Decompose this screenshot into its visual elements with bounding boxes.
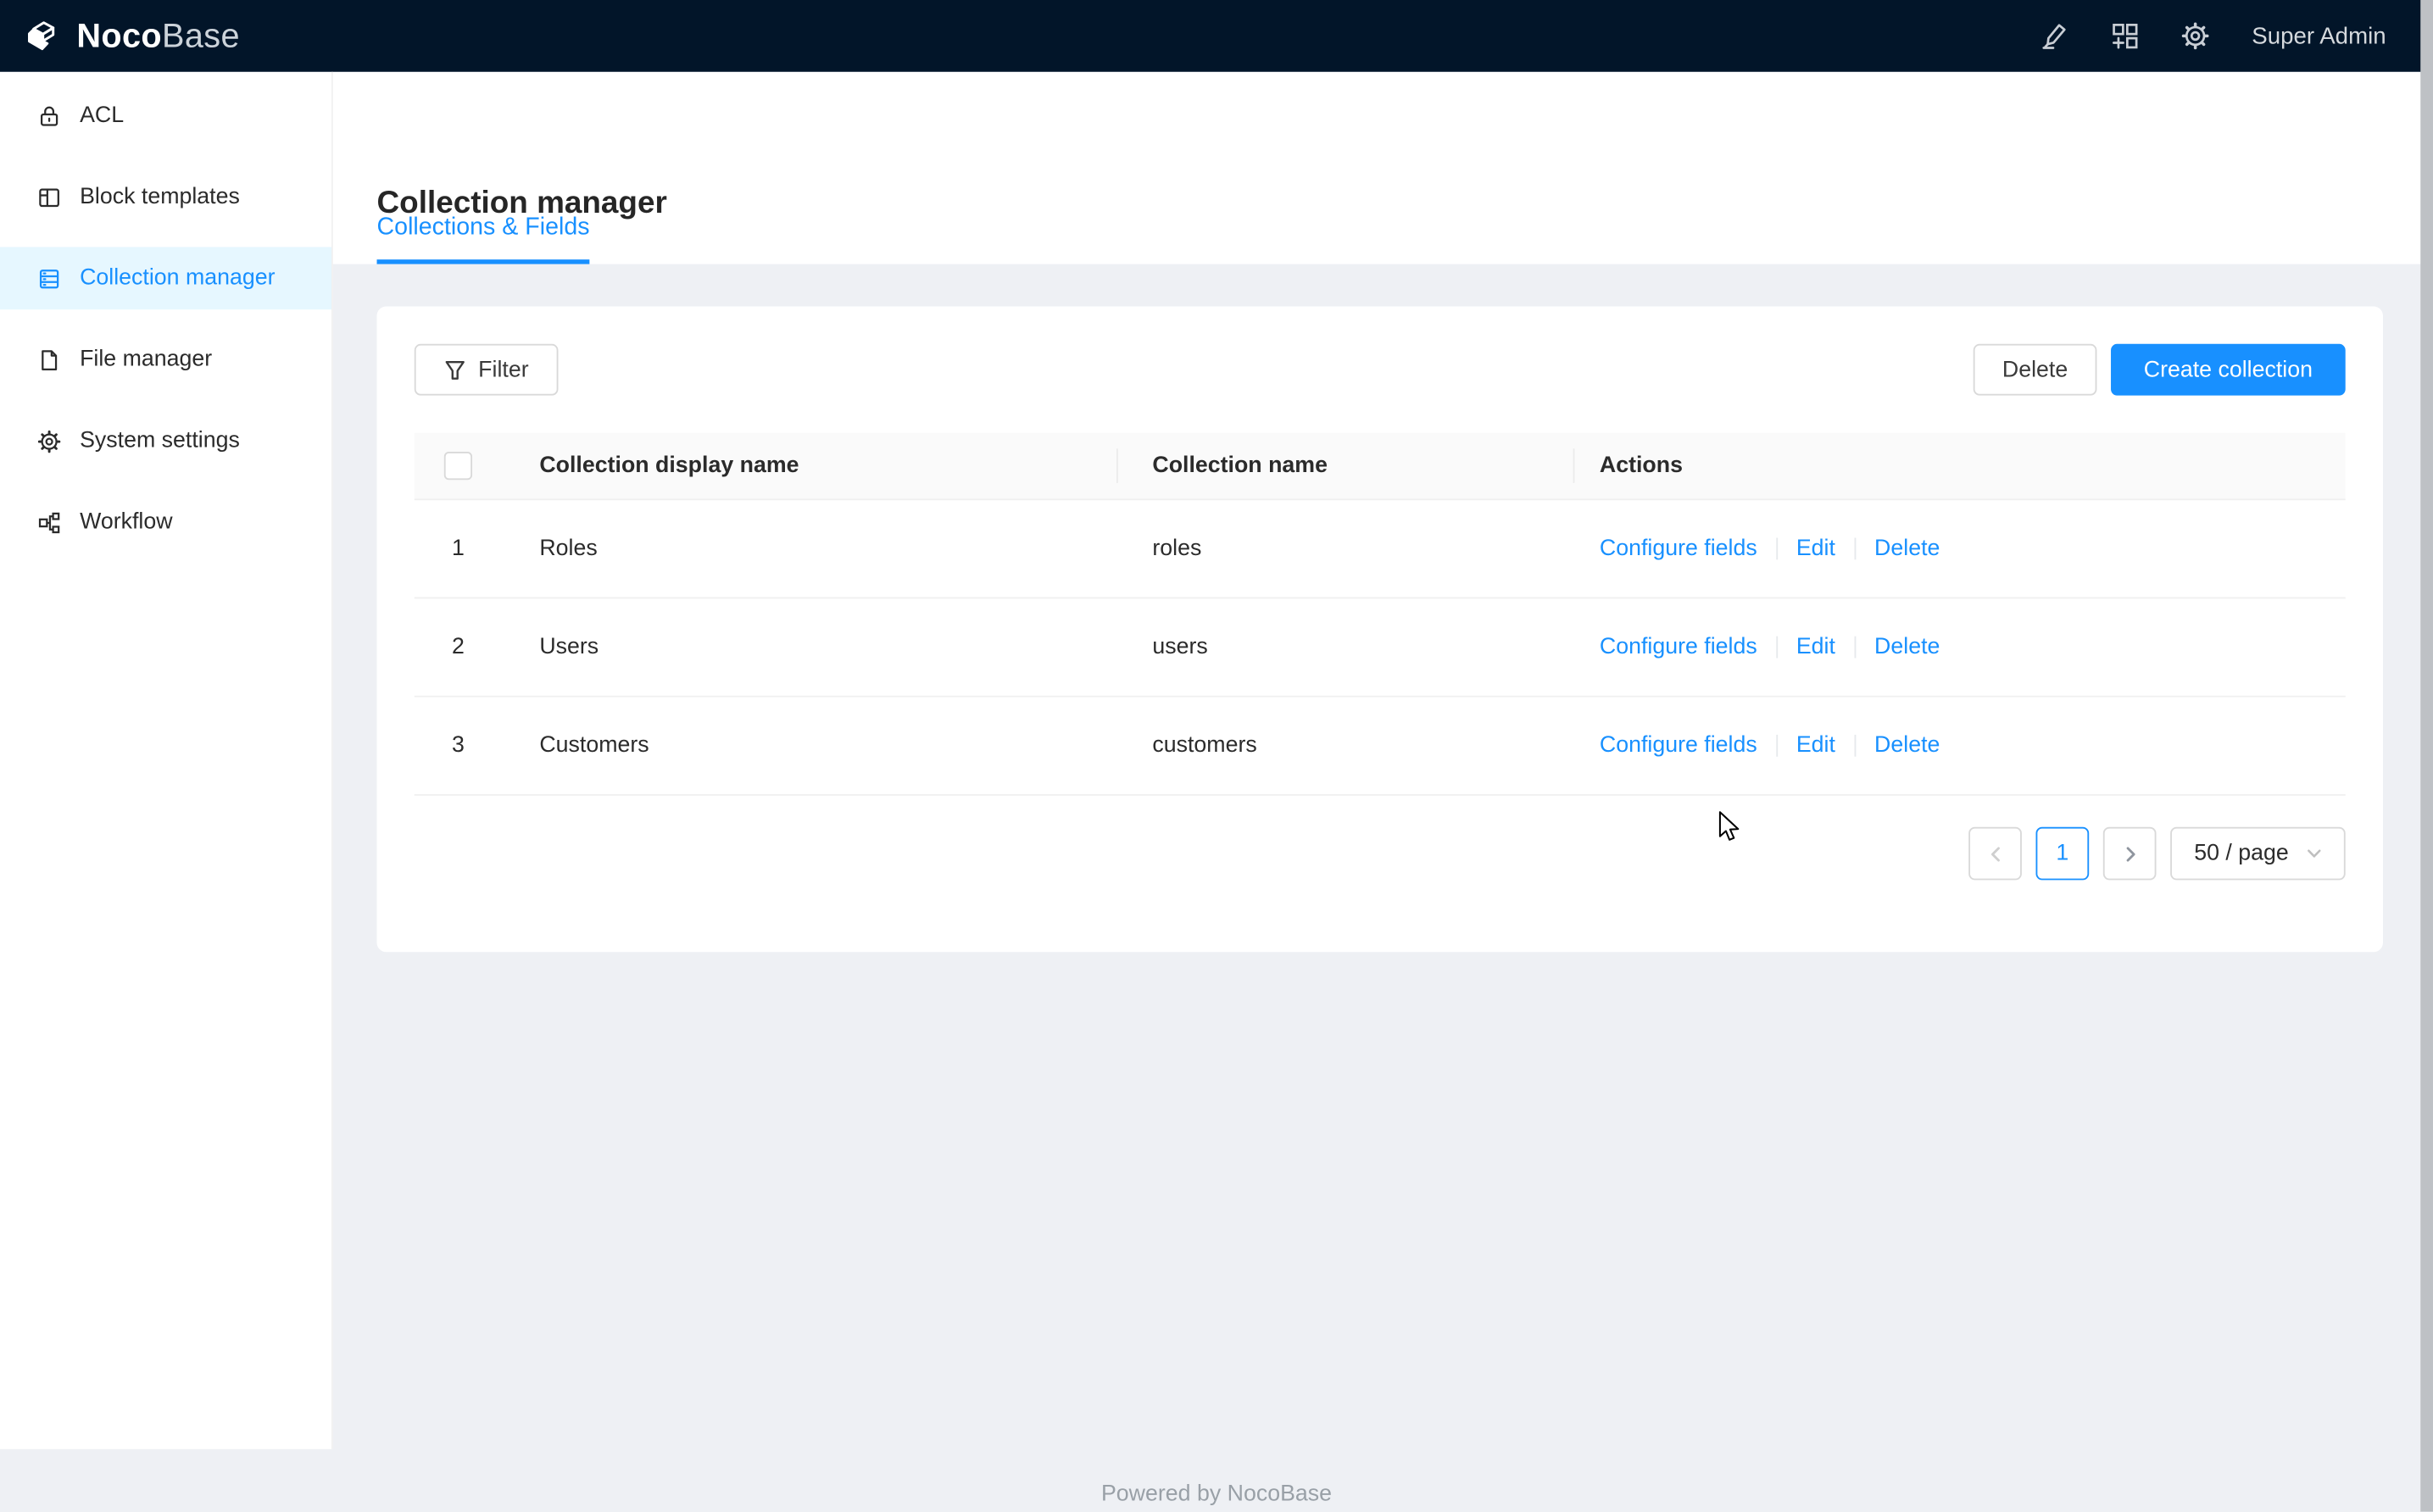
action-divider	[1776, 735, 1778, 757]
action-divider	[1854, 636, 1856, 659]
partition-icon	[37, 510, 61, 534]
highlighter-icon[interactable]	[2040, 22, 2068, 50]
column-divider	[1116, 448, 1118, 483]
table-row: 3 Customers customers Configure fields E…	[415, 698, 2346, 796]
tab-collections-fields[interactable]: Collections & Fields	[377, 214, 590, 264]
filter-button[interactable]: Filter	[415, 344, 559, 396]
sidebar-item-label: Collection manager	[80, 266, 275, 292]
sidebar-item-workflow[interactable]: Workflow	[0, 491, 331, 553]
action-divider	[1854, 537, 1856, 559]
powered-by-footer: Powered by NocoBase	[0, 1482, 2433, 1508]
sidebar-item-label: ACL	[80, 103, 124, 129]
sidebar-item-label: Block templates	[80, 185, 240, 210]
configure-fields-link[interactable]: Configure fields	[1600, 733, 1757, 759]
row-index: 3	[415, 733, 502, 759]
create-collection-button[interactable]: Create collection	[2111, 344, 2346, 396]
cell-collection-name: users	[1116, 635, 1573, 660]
lock-icon	[37, 104, 61, 128]
sidebar-item-system-settings[interactable]: System settings	[0, 409, 331, 472]
filter-label: Filter	[478, 357, 528, 382]
vertical-scrollbar[interactable]	[2420, 0, 2433, 1512]
column-header-collection-name: Collection name	[1116, 453, 1573, 479]
delete-link[interactable]: Delete	[1874, 733, 1940, 759]
action-divider	[1776, 537, 1778, 559]
app-viewport: NocoBase	[0, 0, 2433, 1512]
collections-card: Filter Delete Create collection Collecti…	[377, 307, 2383, 953]
sidebar-item-label: Workflow	[80, 509, 172, 535]
table-row: 2 Users users Configure fields Edit Dele…	[415, 598, 2346, 697]
page-header: Collection manager Collections & Fields	[333, 72, 2433, 264]
sidebar-item-collection-manager[interactable]: Collection manager	[0, 247, 331, 309]
table-toolbar: Filter Delete Create collection	[415, 344, 2346, 396]
chevron-left-icon	[1986, 845, 2003, 862]
table-header-row: Collection display name Collection name …	[415, 433, 2346, 500]
configure-fields-link[interactable]: Configure fields	[1600, 635, 1757, 660]
chevron-down-icon	[2306, 846, 2321, 861]
sidebar-item-file-manager[interactable]: File manager	[0, 328, 331, 391]
file-icon	[37, 347, 61, 371]
delete-link[interactable]: Delete	[1874, 635, 1940, 660]
cell-display-name: Roles	[502, 536, 1116, 562]
edit-link[interactable]: Edit	[1796, 733, 1835, 759]
delete-link[interactable]: Delete	[1874, 536, 1940, 562]
chevron-right-icon	[2121, 845, 2138, 862]
user-menu[interactable]: Super Admin	[2252, 23, 2386, 49]
table-row: 1 Roles roles Configure fields Edit Dele…	[415, 500, 2346, 598]
column-header-actions: Actions	[1573, 453, 2346, 479]
edit-link[interactable]: Edit	[1796, 536, 1835, 562]
row-index: 2	[415, 635, 502, 660]
collections-table: Collection display name Collection name …	[415, 433, 2346, 796]
cell-display-name: Customers	[502, 733, 1116, 759]
top-bar: NocoBase	[0, 0, 2433, 72]
gear-icon[interactable]	[2181, 22, 2209, 50]
configure-fields-link[interactable]: Configure fields	[1600, 536, 1757, 562]
page-size-select[interactable]: 50 / page	[2170, 827, 2346, 881]
sidebar-item-label: System settings	[80, 428, 240, 453]
edit-link[interactable]: Edit	[1796, 635, 1835, 660]
page-1-button[interactable]: 1	[2036, 827, 2090, 881]
sidebar-item-block-templates[interactable]: Block templates	[0, 166, 331, 229]
action-divider	[1854, 735, 1856, 757]
sidebar-item-label: File manager	[80, 347, 212, 372]
column-divider	[1573, 448, 1575, 483]
nocobase-logo[interactable]: NocoBase	[22, 15, 240, 56]
database-icon	[37, 266, 61, 290]
funnel-icon	[444, 359, 466, 381]
cube-logo-icon	[22, 15, 63, 56]
sidebar-item-acl[interactable]: ACL	[0, 85, 331, 147]
delete-button[interactable]: Delete	[1974, 344, 2097, 396]
action-divider	[1776, 636, 1778, 659]
next-page-button[interactable]	[2103, 827, 2157, 881]
sidebar: ACL Block templates Collection manager F…	[0, 72, 333, 1449]
gear-icon	[37, 429, 61, 453]
layout-icon	[37, 186, 61, 209]
pagination: 1 50 / page	[415, 827, 2346, 881]
cell-display-name: Users	[502, 635, 1116, 660]
cell-collection-name: roles	[1116, 536, 1573, 562]
content-area: Filter Delete Create collection Collecti…	[333, 264, 2433, 1512]
select-all-checkbox[interactable]	[444, 452, 472, 480]
column-header-display-name: Collection display name	[502, 453, 1116, 479]
prev-page-button[interactable]	[1968, 827, 2022, 881]
row-index: 1	[415, 536, 502, 562]
cell-collection-name: customers	[1116, 733, 1573, 759]
appstore-add-icon[interactable]	[2111, 22, 2139, 50]
brand-text: NocoBase	[76, 16, 240, 55]
page-size-value: 50 / page	[2194, 841, 2289, 866]
